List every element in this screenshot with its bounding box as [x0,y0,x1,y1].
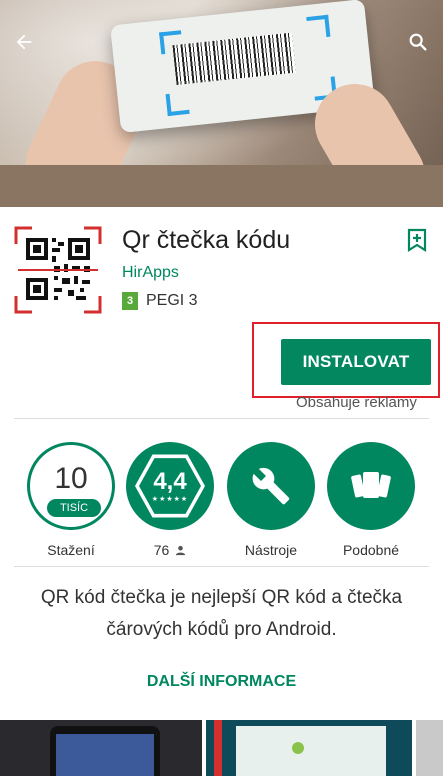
divider [14,566,429,567]
similar-stat[interactable]: Podobné [321,442,421,558]
person-icon [176,545,186,556]
downloads-badge: 10 TISÍC [27,442,115,530]
scan-corner [165,91,190,117]
rating-stat[interactable]: 4,4 ★★★★★ 76 [120,442,220,558]
table-surface [0,165,443,207]
rating-value: 4,4 [153,468,187,495]
category-label: Nástroje [244,542,298,558]
developer-link[interactable]: HirApps [122,264,179,282]
downloads-stat[interactable]: 10 TISÍC Stažení [21,442,121,558]
wishlist-button[interactable] [406,228,428,252]
screenshot-stripe [214,720,222,776]
app-title: Qr čtečka kódu [122,226,291,254]
rating-hexagon-inner: 4,4 ★★★★★ [139,458,201,514]
pegi-label: PEGI 3 [146,292,198,309]
cards-icon [351,472,391,498]
qr-app-icon [14,226,102,314]
app-icon [14,226,102,314]
bookmark-add-icon [407,228,427,252]
downloads-unit: TISÍC [47,499,101,517]
back-button[interactable] [8,26,40,58]
category-badge [227,442,315,530]
install-button[interactable]: INSTALOVAT [281,339,431,385]
rating-count-row: 76 [120,542,220,558]
rating-badge: 4,4 ★★★★★ [126,442,214,530]
pegi-rating: 3 PEGI 3 [122,292,198,310]
rating-hexagon: 4,4 ★★★★★ [135,454,205,518]
barcode-image [172,32,296,85]
screenshot-dot [292,742,304,754]
app-description: QR kód čtečka je nejlepší QR kód a čtečk… [40,587,403,640]
arrow-left-icon [16,34,32,50]
screenshot-thumbnail[interactable] [416,720,443,776]
downloads-value: 10 [54,462,88,495]
phone-screen [56,734,154,776]
rating-stars: ★★★★★ [151,496,189,503]
contains-ads-note: Obsahuje reklamy [296,394,417,411]
search-icon [409,33,427,51]
scan-corner [306,14,331,39]
downloads-label: Stažení [47,542,95,558]
screenshot-thumbnail[interactable] [206,720,412,776]
pegi-badge-icon: 3 [122,292,138,310]
screenshot-thumbnail[interactable] [0,720,202,776]
category-stat[interactable]: Nástroje [221,442,321,558]
scan-corner [159,30,184,55]
search-button[interactable] [402,26,434,58]
divider [14,418,429,419]
rating-count: 76 [153,542,170,558]
hero-banner [0,0,443,207]
similar-label: Podobné [342,542,400,558]
more-info-link[interactable]: DALŠÍ INFORMACE [0,673,443,691]
similar-badge [327,442,415,530]
wrench-icon [252,467,290,505]
screenshot-screen [236,726,386,776]
phone-image [50,726,160,776]
